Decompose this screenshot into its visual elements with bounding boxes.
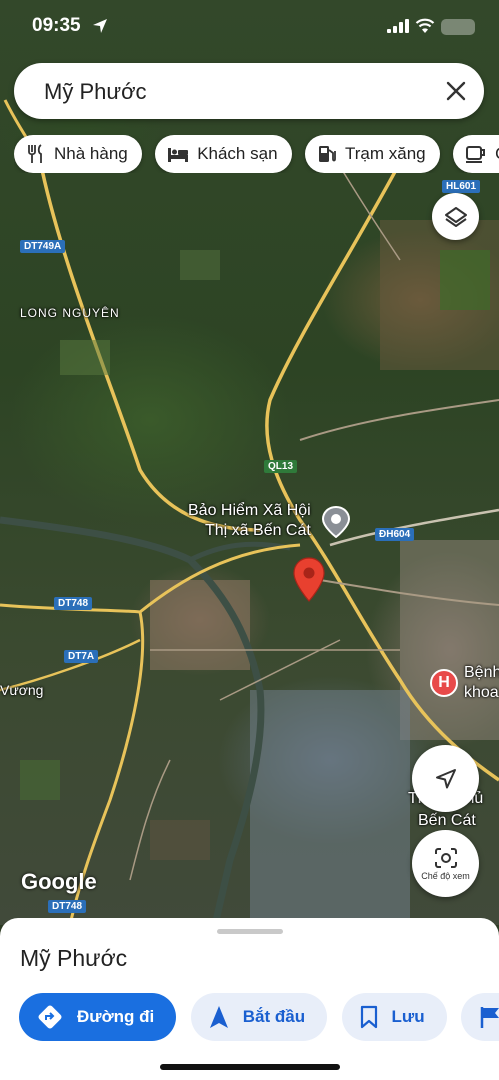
status-time: 09:35 bbox=[32, 15, 81, 36]
my-location-button[interactable] bbox=[412, 745, 479, 812]
place-label-hospital-line2: khoa bbox=[464, 684, 499, 701]
location-services-icon bbox=[93, 19, 107, 33]
layers-icon bbox=[444, 206, 467, 227]
action-buttons: Đường đi Bắt đầu Lưu Th bbox=[19, 993, 499, 1041]
navigation-arrow-icon bbox=[435, 768, 456, 788]
road-badge-dh604: ĐH604 bbox=[375, 528, 415, 541]
start-button[interactable]: Bắt đầu bbox=[190, 993, 328, 1041]
navigation-start-icon bbox=[209, 1006, 228, 1028]
street-view-label: Chế độ xem bbox=[421, 870, 470, 881]
road-badge-hl601: HL601 bbox=[442, 180, 481, 193]
road-badge-ql13: QL13 bbox=[264, 460, 298, 473]
flag-button[interactable]: Th bbox=[461, 993, 499, 1041]
place-title: Mỹ Phước bbox=[20, 945, 128, 971]
directions-icon bbox=[38, 1005, 62, 1029]
category-chips: Nhà hàng Khách sạn Trạm xăng Q bbox=[14, 135, 499, 173]
road-badge-dt748-bottom: DT748 bbox=[48, 900, 87, 913]
search-query[interactable]: Mỹ Phước bbox=[44, 79, 147, 105]
layers-button[interactable] bbox=[432, 193, 479, 240]
save-button-label: Lưu bbox=[391, 1007, 425, 1026]
directions-button[interactable]: Đường đi bbox=[19, 993, 177, 1041]
place-sheet[interactable]: Mỹ Phước Đường đi Bắt đầu Lưu bbox=[0, 918, 499, 1080]
place-label-insurance-line2: Thị xã Bến Cát bbox=[205, 522, 311, 539]
chip-coffee[interactable]: Q bbox=[453, 135, 499, 173]
bookmark-icon bbox=[360, 1005, 377, 1029]
directions-button-label: Đường đi bbox=[77, 1007, 155, 1026]
gas-station-icon bbox=[318, 146, 336, 162]
wifi-icon bbox=[415, 18, 435, 33]
coffee-icon bbox=[466, 146, 486, 163]
road-badge-dt7a: DT7A bbox=[64, 650, 99, 663]
chip-restaurants-label: Nhà hàng bbox=[54, 144, 128, 163]
close-icon[interactable] bbox=[444, 79, 468, 103]
street-view-button[interactable]: Chế độ xem bbox=[412, 830, 479, 897]
chip-coffee-label: Q bbox=[495, 144, 499, 164]
google-watermark: Google bbox=[21, 869, 97, 894]
place-label-hospital-line1: Bệnh bbox=[464, 664, 499, 681]
view-mode-icon bbox=[434, 847, 457, 868]
chip-hotels-label: Khách sạn bbox=[197, 144, 278, 163]
road-badge-dt749a: DT749A bbox=[20, 240, 66, 253]
hospital-marker-icon[interactable]: H bbox=[430, 669, 458, 697]
flag-icon bbox=[480, 1007, 499, 1028]
place-label-insurance-line1: Bảo Hiểm Xã Hội bbox=[188, 502, 311, 519]
chip-restaurants[interactable]: Nhà hàng bbox=[14, 135, 142, 173]
restaurant-icon bbox=[28, 144, 42, 163]
place-label-vuong: Vương bbox=[0, 682, 44, 698]
cellular-signal-icon bbox=[387, 19, 409, 33]
status-bar: 09:35 bbox=[0, 0, 499, 56]
place-label-town-line2: Bến Cát bbox=[418, 812, 476, 829]
chip-gas-stations-label: Trạm xăng bbox=[344, 144, 426, 163]
save-button[interactable]: Lưu bbox=[341, 993, 447, 1041]
chip-hotels[interactable]: Khách sạn bbox=[155, 135, 292, 173]
road-badge-dt748-top: DT748 bbox=[54, 597, 93, 610]
battery-icon bbox=[441, 19, 475, 35]
chip-gas-stations[interactable]: Trạm xăng bbox=[304, 135, 440, 173]
place-label-long-nguyen: LONG NGUYÊN bbox=[20, 306, 120, 320]
search-bar[interactable]: Mỹ Phước bbox=[14, 63, 484, 119]
hotel-icon bbox=[168, 148, 189, 162]
home-indicator[interactable] bbox=[160, 1064, 340, 1070]
sheet-drag-handle[interactable] bbox=[217, 929, 283, 934]
start-button-label: Bắt đầu bbox=[242, 1007, 306, 1026]
